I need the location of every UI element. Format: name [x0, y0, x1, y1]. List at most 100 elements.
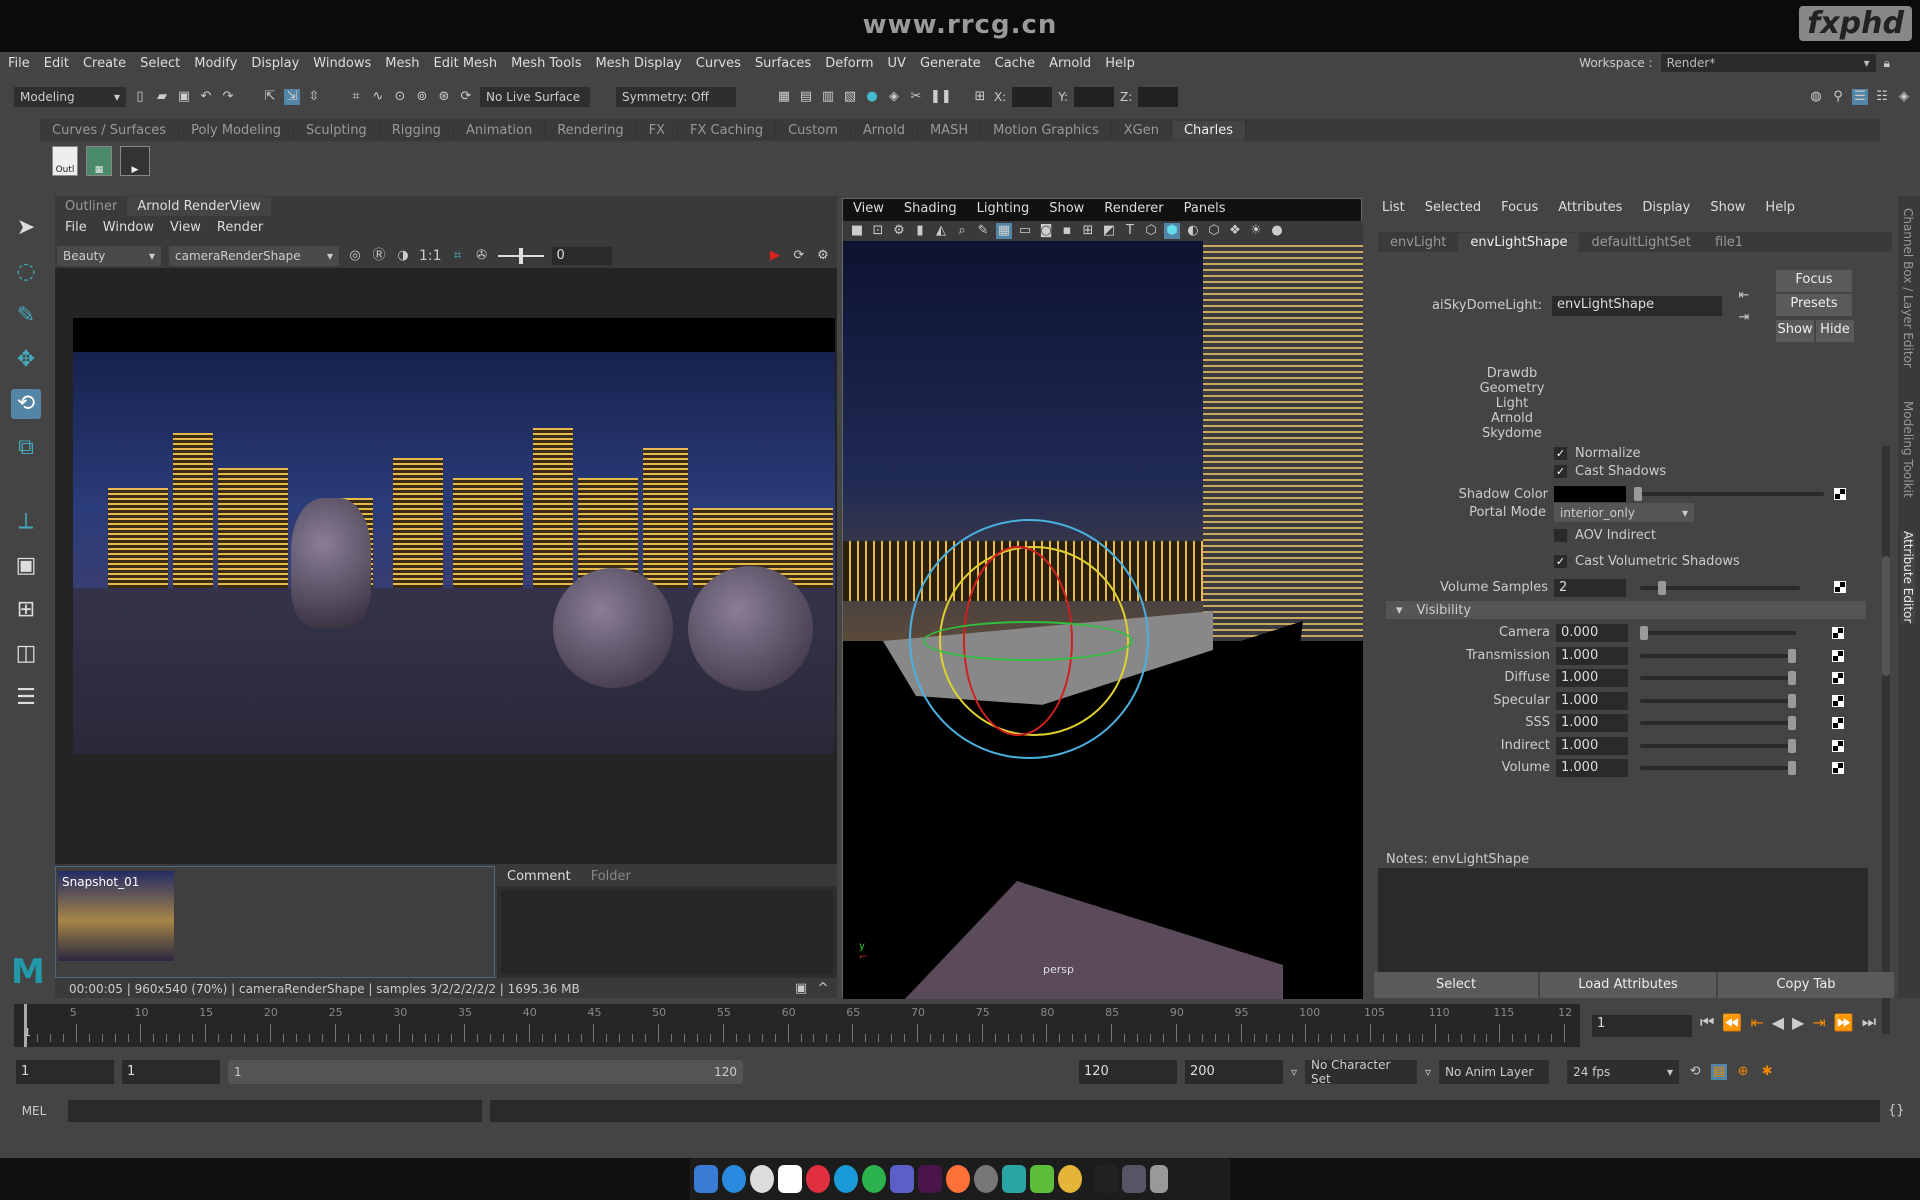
snap-view-icon[interactable]: ⊚ — [414, 89, 430, 105]
safe-title-icon[interactable]: T — [1122, 223, 1138, 239]
visibility-diffuse-field[interactable]: 1.000 — [1556, 669, 1628, 687]
input-connections-icon[interactable]: ⇤ — [1736, 288, 1752, 304]
trash-icon[interactable] — [1150, 1165, 1168, 1193]
script-editor-icon[interactable]: {} — [1888, 1103, 1905, 1119]
shelf-tab-rigging[interactable]: Rigging — [380, 120, 454, 140]
rv-menu-file[interactable]: File — [65, 220, 87, 235]
snapshot-thumbnail[interactable]: Snapshot_01 — [58, 871, 174, 961]
tab-modeling-toolkit[interactable]: Modeling Toolkit — [1901, 401, 1915, 498]
menu-mesh-tools[interactable]: Mesh Tools — [511, 56, 581, 71]
step-back-key-icon[interactable]: ⏪ — [1722, 1013, 1742, 1032]
playback-start-field[interactable]: 1 — [122, 1060, 220, 1084]
copy-tab-button[interactable]: Copy Tab — [1718, 972, 1894, 998]
map-button[interactable] — [1832, 717, 1844, 729]
resolution-gate-icon[interactable]: ◙ — [1038, 223, 1054, 239]
slider-handle[interactable] — [1788, 761, 1796, 775]
visibility-camera-field[interactable]: 0.000 — [1556, 624, 1628, 642]
cast-volumetric-checkbox[interactable]: ✓ — [1554, 555, 1567, 568]
map-button[interactable] — [1832, 739, 1844, 752]
rgb-channels-icon[interactable]: Ⓡ — [371, 248, 387, 264]
visibility-indirect-field[interactable]: 1.000 — [1556, 736, 1628, 755]
menu-select[interactable]: Select — [140, 56, 180, 71]
visibility-volume-field[interactable]: 1.000 — [1556, 759, 1628, 777]
volume-samples-slider[interactable] — [1640, 581, 1800, 595]
last-tool-icon[interactable]: ⟂ — [11, 507, 41, 537]
ratio-button[interactable]: 1:1 — [419, 248, 442, 264]
safe-action-icon[interactable]: ◩ — [1101, 223, 1117, 239]
menu-edit-mesh[interactable]: Edit Mesh — [434, 56, 498, 71]
snap-grid-icon[interactable]: ⌗ — [348, 89, 364, 105]
textured-icon[interactable]: ❖ — [1227, 223, 1243, 239]
shelf-tab-fx-caching[interactable]: FX Caching — [678, 120, 777, 140]
attribute-editor-toggle-icon[interactable]: ☰ — [1852, 89, 1868, 105]
ae-menu-display[interactable]: Display — [1642, 200, 1690, 215]
tool-settings-icon[interactable]: ☷ — [1874, 89, 1890, 105]
downloads-stack-icon[interactable] — [1122, 1165, 1146, 1193]
two-view-icon[interactable]: ◫ — [11, 639, 41, 669]
shelf-tab-fx[interactable]: FX — [637, 120, 679, 140]
bookmark-icon[interactable]: ▮ — [912, 223, 928, 239]
skype-icon[interactable] — [834, 1165, 858, 1193]
render-frame-icon[interactable]: ▤ — [798, 89, 814, 105]
viewport-scene[interactable]: persp y ⌐ — [843, 241, 1363, 999]
select-tool-icon[interactable]: ➤ — [11, 213, 41, 243]
shelf-tab-mash[interactable]: MASH — [918, 120, 982, 140]
notes-textarea[interactable] — [1378, 868, 1868, 972]
exposure-field[interactable]: 0 — [551, 247, 612, 265]
menu-surfaces[interactable]: Surfaces — [755, 56, 811, 71]
vp-menu-show[interactable]: Show — [1049, 201, 1084, 216]
vp-menu-lighting[interactable]: Lighting — [977, 201, 1030, 216]
node-name-field[interactable]: envLightShape — [1552, 296, 1722, 316]
map-button[interactable] — [1834, 581, 1846, 593]
tab-outliner[interactable]: Outliner — [55, 197, 127, 216]
aov-indirect-checkbox[interactable] — [1554, 529, 1567, 542]
news-icon[interactable] — [806, 1165, 830, 1193]
visibility-transmission-slider[interactable] — [1640, 648, 1796, 663]
x-field[interactable] — [1012, 87, 1053, 107]
shelf-tab-poly-modeling[interactable]: Poly Modeling — [179, 120, 294, 140]
tab-attribute-editor[interactable]: Attribute Editor — [1901, 531, 1915, 624]
scale-tool-icon[interactable]: ⧉ — [11, 433, 41, 463]
visibility-specular-slider[interactable] — [1640, 693, 1796, 708]
ae-tab-envlightshape[interactable]: envLightShape — [1458, 232, 1580, 252]
snapshot-icon[interactable]: ▣ — [793, 981, 809, 997]
paint-select-tool-icon[interactable]: ✎ — [11, 301, 41, 331]
lock-camera-icon[interactable]: ⊡ — [870, 223, 886, 239]
slack-icon[interactable] — [918, 1165, 942, 1193]
visibility-sss-slider[interactable] — [1640, 716, 1796, 730]
vp-menu-renderer[interactable]: Renderer — [1104, 201, 1163, 216]
gate-mask-icon[interactable]: ▪ — [1059, 223, 1075, 239]
visibility-transmission-field[interactable]: 1.000 — [1556, 646, 1628, 665]
hide-button[interactable]: Hide — [1816, 320, 1854, 342]
modeling-toolkit-icon[interactable]: ⚲ — [1830, 89, 1846, 105]
visibility-sss-field[interactable]: 1.000 — [1556, 714, 1628, 732]
show-button[interactable]: Show — [1776, 320, 1814, 342]
map-button[interactable] — [1832, 694, 1844, 707]
range-slider[interactable]: 1 120 — [228, 1060, 743, 1084]
prev-key-icon[interactable]: ⇤ — [1750, 1013, 1763, 1032]
crop-region-icon[interactable]: ⌗ — [450, 248, 466, 264]
next-key-icon[interactable]: ⇥ — [1812, 1013, 1825, 1032]
exposure-slider[interactable] — [497, 248, 544, 264]
anim-prefs-icon[interactable]: ⊕ — [1735, 1064, 1751, 1080]
mode-dropdown[interactable]: Modeling ▾ — [14, 87, 126, 107]
aov-dropdown[interactable]: Beauty ▾ — [57, 246, 161, 266]
menu-generate[interactable]: Generate — [920, 56, 981, 71]
wireframe-on-shaded-icon[interactable]: ⬡ — [1206, 223, 1222, 239]
nuke-icon[interactable] — [1058, 1165, 1082, 1193]
range-slider-start[interactable]: 1 — [234, 1065, 242, 1079]
move-tool-icon[interactable]: ✥ — [11, 345, 41, 375]
current-time-indicator[interactable] — [24, 1004, 27, 1047]
slider-handle[interactable] — [1640, 626, 1648, 640]
smooth-shade-icon[interactable]: ⬢ — [1164, 223, 1180, 239]
rv-menu-render[interactable]: Render — [217, 220, 263, 235]
shelf-hypershade-button[interactable]: ▦ — [86, 146, 112, 176]
map-button[interactable] — [1834, 488, 1846, 500]
play-forward-icon[interactable]: ▶ — [1792, 1013, 1804, 1032]
ae-scrollbar[interactable] — [1882, 446, 1890, 1034]
vp-menu-view[interactable]: View — [853, 201, 884, 216]
image-plane-icon[interactable]: ◭ — [933, 223, 949, 239]
ae-menu-attributes[interactable]: Attributes — [1558, 200, 1622, 215]
grid-icon[interactable]: ▦ — [996, 223, 1012, 239]
menu-create[interactable]: Create — [83, 56, 126, 71]
